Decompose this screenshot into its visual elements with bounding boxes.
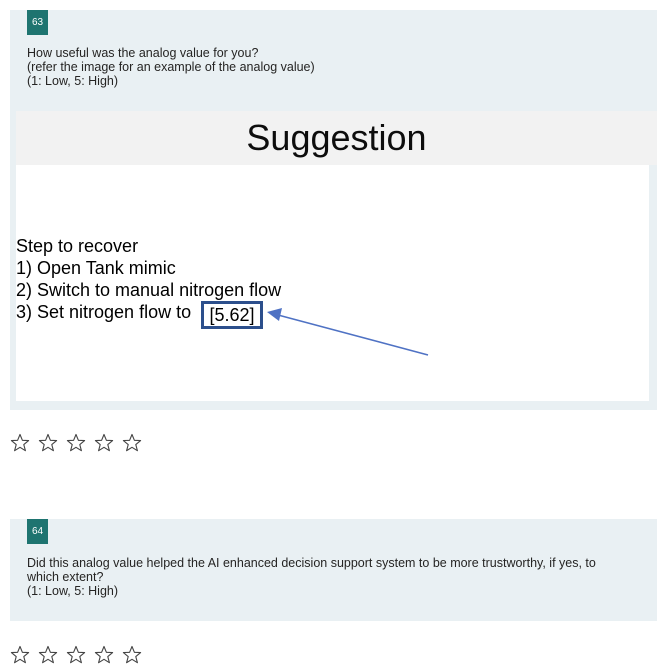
suggestion-image-title: Suggestion [16,111,657,165]
pointer-arrow-icon [267,308,429,356]
star-outline-icon[interactable] [66,433,86,453]
star-outline-icon[interactable] [94,645,114,665]
question-number-badge: 64 [27,519,48,544]
question-line: How useful was the analog value for you? [27,46,259,60]
star-rating-64 [10,645,142,665]
star-rating-63 [10,433,142,453]
star-outline-icon[interactable] [66,645,86,665]
question-text: How useful was the analog value for you?… [27,46,627,88]
star-outline-icon[interactable] [94,433,114,453]
star-outline-icon[interactable] [122,433,142,453]
star-outline-icon[interactable] [10,433,30,453]
question-line: Did this analog value helped the AI enha… [27,556,596,584]
question-line: (1: Low, 5: High) [27,584,119,598]
star-outline-icon[interactable] [10,645,30,665]
suggestion-image-body: Step to recover 1) Open Tank mimic 2) Sw… [16,165,649,401]
star-outline-icon[interactable] [38,433,58,453]
star-outline-icon[interactable] [38,645,58,665]
question-number-badge: 63 [27,10,48,35]
question-line: (refer the image for an example of the a… [27,60,315,74]
question-card-63: 63 How useful was the analog value for y… [10,10,657,410]
star-outline-icon[interactable] [122,645,142,665]
question-text: Did this analog value helped the AI enha… [27,556,627,598]
question-card-64: 64 Did this analog value helped the AI e… [10,519,657,621]
question-line: (1: Low, 5: High) [27,74,119,88]
